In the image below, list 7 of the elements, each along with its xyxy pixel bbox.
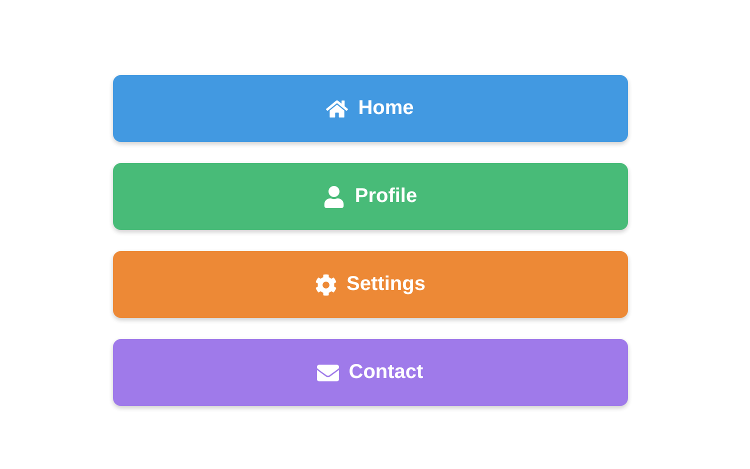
nav-button[interactable]: Contact xyxy=(112,339,628,406)
settings-icon xyxy=(314,274,337,296)
home-icon xyxy=(326,98,348,120)
nav-button[interactable]: Settings xyxy=(112,251,628,318)
nav-button[interactable]: Profile xyxy=(112,163,628,230)
user-icon xyxy=(322,186,345,208)
nav-button[interactable]: Home xyxy=(112,75,628,142)
